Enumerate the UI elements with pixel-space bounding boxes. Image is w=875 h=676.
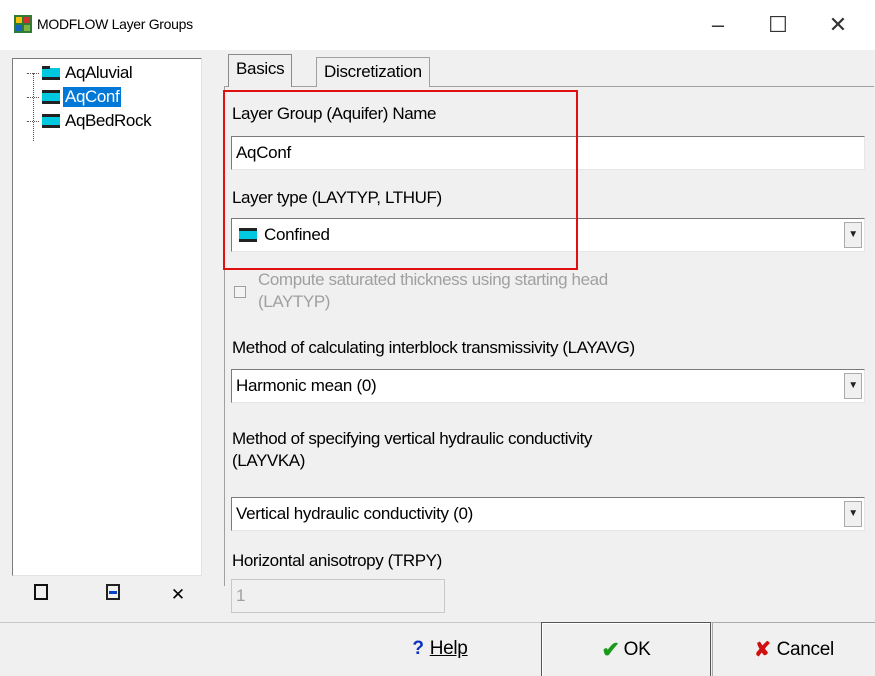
checkmark-icon: ✔ bbox=[601, 636, 620, 662]
saturated-thickness-label-2: (LAYTYP) bbox=[258, 292, 331, 311]
layer-group-name-input[interactable]: AqConf bbox=[231, 136, 865, 170]
saturated-thickness-checkbox[interactable] bbox=[234, 286, 246, 298]
insert-layer-below-button[interactable] bbox=[100, 582, 126, 608]
tree-branch bbox=[27, 96, 39, 98]
layvka-value: Vertical hydraulic conductivity (0) bbox=[236, 504, 474, 523]
delete-layer-button[interactable]: ✕ bbox=[165, 582, 191, 608]
tab-discretization[interactable]: Discretization bbox=[316, 57, 430, 87]
layavg-label: Method of calculating interblock transmi… bbox=[232, 338, 635, 357]
insert-above-icon bbox=[34, 584, 48, 600]
layer-type-label: Layer type (LAYTYP, LTHUF) bbox=[232, 188, 442, 207]
layavg-select[interactable]: Harmonic mean (0) ▼ bbox=[231, 369, 865, 403]
app-icon bbox=[14, 15, 32, 33]
dialog-client-area: AqAluvial AqConf AqBedRock ✕ Basics Disc… bbox=[0, 50, 875, 676]
trpy-input[interactable]: 1 bbox=[231, 579, 445, 613]
insert-below-icon bbox=[106, 584, 120, 600]
maximize-button[interactable]: ☐ bbox=[755, 8, 801, 42]
tab-basics[interactable]: Basics bbox=[228, 54, 293, 87]
tree-item-aqconf[interactable]: AqConf bbox=[27, 86, 122, 108]
cancel-icon: ✘ bbox=[754, 639, 771, 661]
tree-item-label: AqConf bbox=[63, 87, 122, 107]
cancel-button-label: Cancel bbox=[776, 638, 835, 660]
title-bar: MODFLOW Layer Groups – ☐ ✕ bbox=[0, 0, 875, 50]
ok-button[interactable]: ✔ OK bbox=[541, 622, 711, 676]
layer-group-name-label: Layer Group (Aquifer) Name bbox=[232, 104, 437, 123]
saturated-thickness-label: Compute saturated thickness using starti… bbox=[258, 270, 608, 289]
layvka-label-2: (LAYVKA) bbox=[232, 451, 306, 470]
chevron-down-icon[interactable]: ▼ bbox=[844, 222, 862, 248]
tree-item-label: AqAluvial bbox=[65, 63, 133, 82]
tree-item-aqbedrock[interactable]: AqBedRock bbox=[27, 110, 153, 132]
layavg-value: Harmonic mean (0) bbox=[236, 376, 377, 395]
layer-type-select[interactable]: Confined ▼ bbox=[231, 218, 865, 252]
minimize-button[interactable]: – bbox=[695, 8, 741, 42]
ok-button-label: OK bbox=[623, 638, 651, 660]
confined-layer-icon bbox=[41, 113, 61, 129]
layer-type-value: Confined bbox=[264, 225, 330, 244]
chevron-down-icon[interactable]: ▼ bbox=[844, 501, 862, 527]
chevron-down-icon[interactable]: ▼ bbox=[844, 373, 862, 399]
tree-item-aqaluvial[interactable]: AqAluvial bbox=[27, 62, 134, 84]
insert-layer-above-button[interactable] bbox=[28, 582, 54, 608]
confined-layer-icon bbox=[238, 227, 258, 243]
confined-layer-icon bbox=[41, 89, 61, 105]
help-button[interactable]: ? Help bbox=[355, 622, 525, 676]
tree-branch bbox=[27, 72, 39, 74]
layvka-select[interactable]: Vertical hydraulic conductivity (0) ▼ bbox=[231, 497, 865, 531]
help-icon: ? bbox=[412, 638, 424, 659]
layer-group-tree[interactable]: AqAluvial AqConf AqBedRock bbox=[12, 58, 202, 576]
tree-branch bbox=[27, 120, 39, 122]
close-button[interactable]: ✕ bbox=[815, 8, 861, 42]
tree-item-label: AqBedRock bbox=[65, 111, 152, 130]
help-button-label: Help bbox=[429, 638, 468, 659]
window-title: MODFLOW Layer Groups bbox=[37, 16, 193, 32]
cancel-button[interactable]: ✘ Cancel bbox=[712, 622, 875, 676]
layvka-label: Method of specifying vertical hydraulic … bbox=[232, 429, 592, 448]
trpy-label: Horizontal anisotropy (TRPY) bbox=[232, 551, 442, 570]
unconfined-layer-icon bbox=[41, 65, 61, 81]
delete-icon: ✕ bbox=[170, 585, 186, 604]
